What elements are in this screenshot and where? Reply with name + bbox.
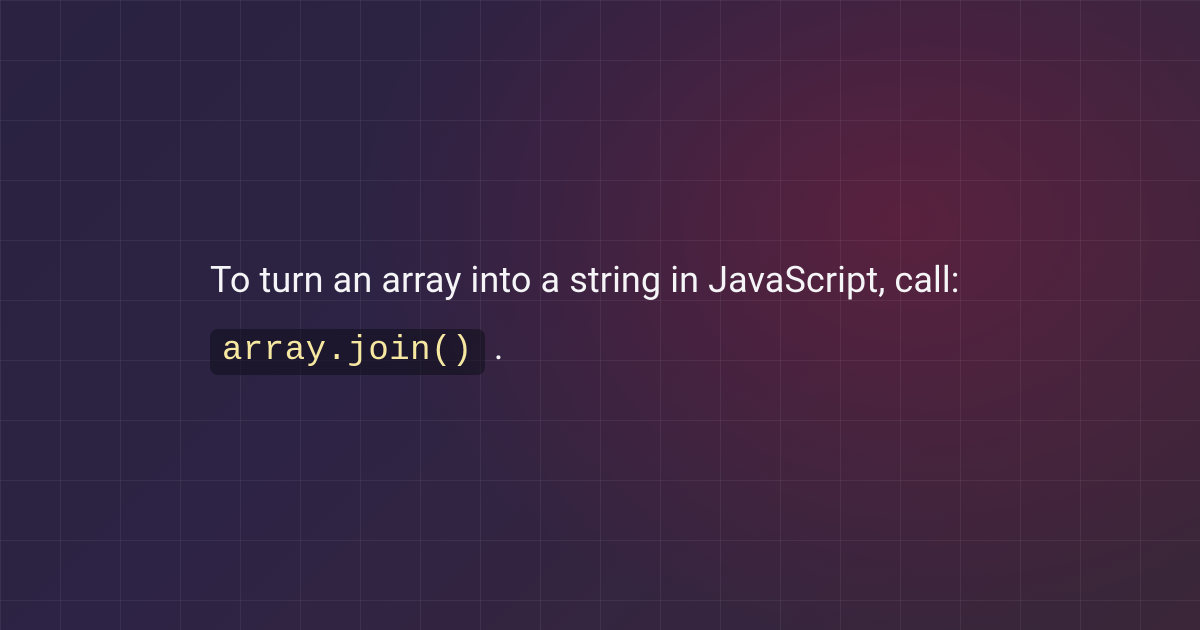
description-text: To turn an array into a string in JavaSc… (210, 247, 990, 382)
text-before-code: To turn an array into a string in JavaSc… (210, 259, 960, 301)
card-content: To turn an array into a string in JavaSc… (150, 247, 1050, 382)
code-snippet: array.join() (210, 329, 485, 375)
card-canvas: To turn an array into a string in JavaSc… (0, 0, 1200, 630)
text-after-code: . (485, 326, 504, 368)
